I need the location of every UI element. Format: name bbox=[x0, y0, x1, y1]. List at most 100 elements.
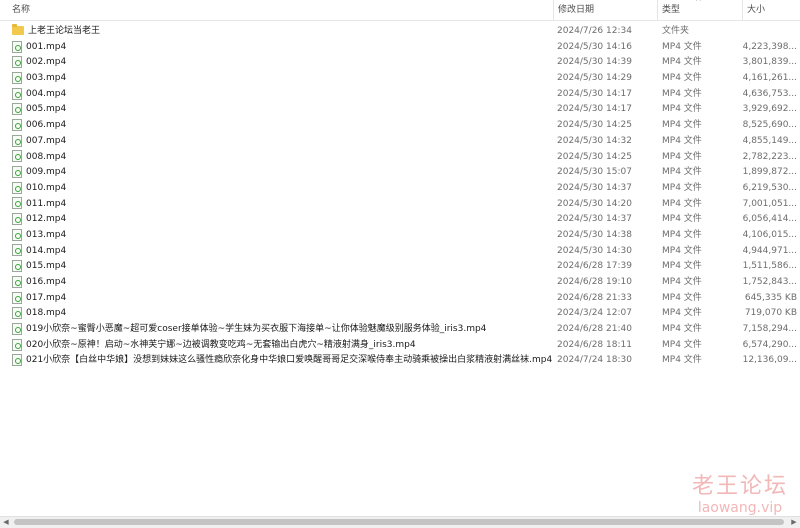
file-row[interactable]: 003.mp4 2024/5/30 14:29 MP4 文件 4,161,261... bbox=[0, 71, 800, 87]
file-name: 008.mp4 bbox=[26, 151, 67, 162]
file-name: 021小欣奈【白丝中华娘】没想到妹妹这么骚性瘾欣奈化身中华娘口爱唤醒哥哥足交深喉… bbox=[26, 355, 552, 366]
file-name-cell[interactable]: 015.mp4 bbox=[12, 259, 552, 275]
file-row[interactable]: 上老王论坛当老王 2024/7/26 12:34 文件夹 bbox=[0, 24, 800, 40]
column-header-name[interactable]: 名称 bbox=[8, 0, 553, 20]
file-name-cell[interactable]: 002.mp4 bbox=[12, 55, 552, 71]
file-name: 012.mp4 bbox=[26, 214, 67, 225]
file-row[interactable]: 005.mp4 2024/5/30 14:17 MP4 文件 3,929,692... bbox=[0, 102, 800, 118]
file-name-cell[interactable]: 014.mp4 bbox=[12, 244, 552, 260]
file-row[interactable]: 021小欣奈【白丝中华娘】没想到妹妹这么骚性瘾欣奈化身中华娘口爱唤醒哥哥足交深喉… bbox=[0, 353, 800, 369]
file-row[interactable]: 018.mp4 2024/3/24 12:07 MP4 文件 719,070 KB bbox=[0, 306, 800, 322]
file-name: 001.mp4 bbox=[26, 41, 67, 52]
video-file-icon bbox=[12, 338, 22, 351]
file-type: MP4 文件 bbox=[662, 339, 702, 350]
file-size: 7,158,294... bbox=[742, 324, 797, 335]
file-type: MP4 文件 bbox=[662, 182, 702, 193]
file-size: 8,525,690... bbox=[742, 120, 797, 131]
video-file-icon bbox=[12, 213, 22, 226]
file-name-cell[interactable]: 019小欣奈~蜜臀小恶魔~超可爱coser接单体验~学生妹为买衣服下海接单~让你… bbox=[12, 322, 552, 338]
file-name-cell[interactable]: 021小欣奈【白丝中华娘】没想到妹妹这么骚性瘾欣奈化身中华娘口爱唤醒哥哥足交深喉… bbox=[12, 353, 552, 369]
file-row[interactable]: 013.mp4 2024/5/30 14:38 MP4 文件 4,106,015... bbox=[0, 228, 800, 244]
file-name-cell[interactable]: 009.mp4 bbox=[12, 165, 552, 181]
file-row[interactable]: 002.mp4 2024/5/30 14:39 MP4 文件 3,801,839... bbox=[0, 55, 800, 71]
scrollbar-thumb[interactable] bbox=[14, 519, 784, 525]
file-row[interactable]: 015.mp4 2024/6/28 17:39 MP4 文件 1,511,586... bbox=[0, 259, 800, 275]
file-date: 2024/6/28 18:11 bbox=[557, 339, 632, 350]
scroll-left-icon[interactable]: ◀ bbox=[0, 517, 12, 528]
file-name: 017.mp4 bbox=[26, 292, 67, 303]
file-row[interactable]: 011.mp4 2024/5/30 14:20 MP4 文件 7,001,051... bbox=[0, 197, 800, 213]
file-name-cell[interactable]: 018.mp4 bbox=[12, 306, 552, 322]
file-name-cell[interactable]: 016.mp4 bbox=[12, 275, 552, 291]
file-name-cell[interactable]: 001.mp4 bbox=[12, 40, 552, 56]
file-date: 2024/5/30 14:17 bbox=[557, 104, 632, 115]
scroll-right-icon[interactable]: ▶ bbox=[788, 517, 800, 528]
file-name-cell[interactable]: 011.mp4 bbox=[12, 197, 552, 213]
column-header-size[interactable]: 大小 bbox=[742, 0, 800, 20]
file-name-cell[interactable]: 007.mp4 bbox=[12, 134, 552, 150]
column-header-date[interactable]: 修改日期 bbox=[553, 0, 657, 20]
file-name-cell[interactable]: 005.mp4 bbox=[12, 102, 552, 118]
file-row[interactable]: 019小欣奈~蜜臀小恶魔~超可爱coser接单体验~学生妹为买衣服下海接单~让你… bbox=[0, 322, 800, 338]
file-row[interactable]: 016.mp4 2024/6/28 19:10 MP4 文件 1,752,843... bbox=[0, 275, 800, 291]
file-date: 2024/5/30 14:30 bbox=[557, 245, 632, 256]
file-name-cell[interactable]: 003.mp4 bbox=[12, 71, 552, 87]
video-file-icon bbox=[12, 71, 22, 84]
watermark: 老王论坛 laowang.vip bbox=[692, 474, 788, 516]
video-file-icon bbox=[12, 87, 22, 100]
file-row[interactable]: 008.mp4 2024/5/30 14:25 MP4 文件 2,782,223... bbox=[0, 150, 800, 166]
file-date: 2024/6/28 19:10 bbox=[557, 277, 632, 287]
video-file-icon bbox=[12, 291, 22, 304]
file-type: MP4 文件 bbox=[662, 167, 702, 178]
file-size: 645,335 KB bbox=[744, 292, 797, 303]
file-size: 3,801,839... bbox=[742, 57, 797, 68]
file-row[interactable]: 014.mp4 2024/5/30 14:30 MP4 文件 4,944,971... bbox=[0, 244, 800, 260]
file-name: 004.mp4 bbox=[26, 88, 67, 99]
file-name-cell[interactable]: 017.mp4 bbox=[12, 291, 552, 307]
file-name: 007.mp4 bbox=[26, 135, 67, 146]
video-file-icon bbox=[12, 275, 22, 288]
file-name: 010.mp4 bbox=[26, 182, 67, 193]
file-name-cell[interactable]: 012.mp4 bbox=[12, 212, 552, 228]
file-date: 2024/6/28 21:40 bbox=[557, 324, 632, 335]
video-file-icon bbox=[12, 103, 22, 116]
file-name: 011.mp4 bbox=[26, 198, 67, 209]
file-size: 12,136,09... bbox=[742, 355, 797, 366]
file-type: MP4 文件 bbox=[662, 355, 702, 366]
file-row[interactable]: 006.mp4 2024/5/30 14:25 MP4 文件 8,525,690... bbox=[0, 118, 800, 134]
file-name: 014.mp4 bbox=[26, 245, 67, 256]
file-row[interactable]: 020小欣奈~原神！启动~水神芙宁娜~边被调教变吃鸡~无套输出白虎穴~精液射满身… bbox=[0, 338, 800, 354]
video-file-icon bbox=[12, 181, 22, 194]
file-row[interactable]: 009.mp4 2024/5/30 15:07 MP4 文件 1,899,872... bbox=[0, 165, 800, 181]
file-type: MP4 文件 bbox=[662, 308, 702, 319]
horizontal-scrollbar[interactable]: ◀ ▶ bbox=[0, 516, 800, 528]
file-name-cell[interactable]: 004.mp4 bbox=[12, 87, 552, 103]
file-row[interactable]: 012.mp4 2024/5/30 14:37 MP4 文件 6,056,414... bbox=[0, 212, 800, 228]
file-size: 719,070 KB bbox=[744, 308, 797, 319]
file-date: 2024/5/30 14:17 bbox=[557, 88, 632, 99]
file-row[interactable]: 001.mp4 2024/5/30 14:16 MP4 文件 4,223,398... bbox=[0, 40, 800, 56]
file-size: 1,752,843... bbox=[742, 277, 797, 287]
file-row[interactable]: 010.mp4 2024/5/30 14:37 MP4 文件 6,219,530... bbox=[0, 181, 800, 197]
video-file-icon bbox=[12, 150, 22, 163]
file-date: 2024/5/30 15:07 bbox=[557, 167, 632, 178]
file-type: MP4 文件 bbox=[662, 104, 702, 115]
file-row[interactable]: 017.mp4 2024/6/28 21:33 MP4 文件 645,335 KB bbox=[0, 291, 800, 307]
file-name-cell[interactable]: 008.mp4 bbox=[12, 150, 552, 166]
file-name-cell[interactable]: 006.mp4 bbox=[12, 118, 552, 134]
file-size: 7,001,051... bbox=[742, 198, 797, 209]
file-size: 4,944,971... bbox=[742, 245, 797, 256]
file-name-cell[interactable]: 上老王论坛当老王 bbox=[12, 24, 552, 40]
file-name-cell[interactable]: 013.mp4 bbox=[12, 228, 552, 244]
file-name-cell[interactable]: 010.mp4 bbox=[12, 181, 552, 197]
file-type: MP4 文件 bbox=[662, 151, 702, 162]
file-date: 2024/3/24 12:07 bbox=[557, 308, 632, 319]
video-file-icon bbox=[12, 228, 22, 241]
file-name-cell[interactable]: 020小欣奈~原神！启动~水神芙宁娜~边被调教变吃鸡~无套输出白虎穴~精液射满身… bbox=[12, 338, 552, 354]
file-size: 4,161,261... bbox=[742, 73, 797, 84]
file-name: 上老王论坛当老王 bbox=[28, 26, 101, 36]
file-row[interactable]: 007.mp4 2024/5/30 14:32 MP4 文件 4,855,149... bbox=[0, 134, 800, 150]
file-type: MP4 文件 bbox=[662, 73, 702, 84]
file-row[interactable]: 004.mp4 2024/5/30 14:17 MP4 文件 4,636,753... bbox=[0, 87, 800, 103]
file-size: 2,782,223... bbox=[742, 151, 797, 162]
